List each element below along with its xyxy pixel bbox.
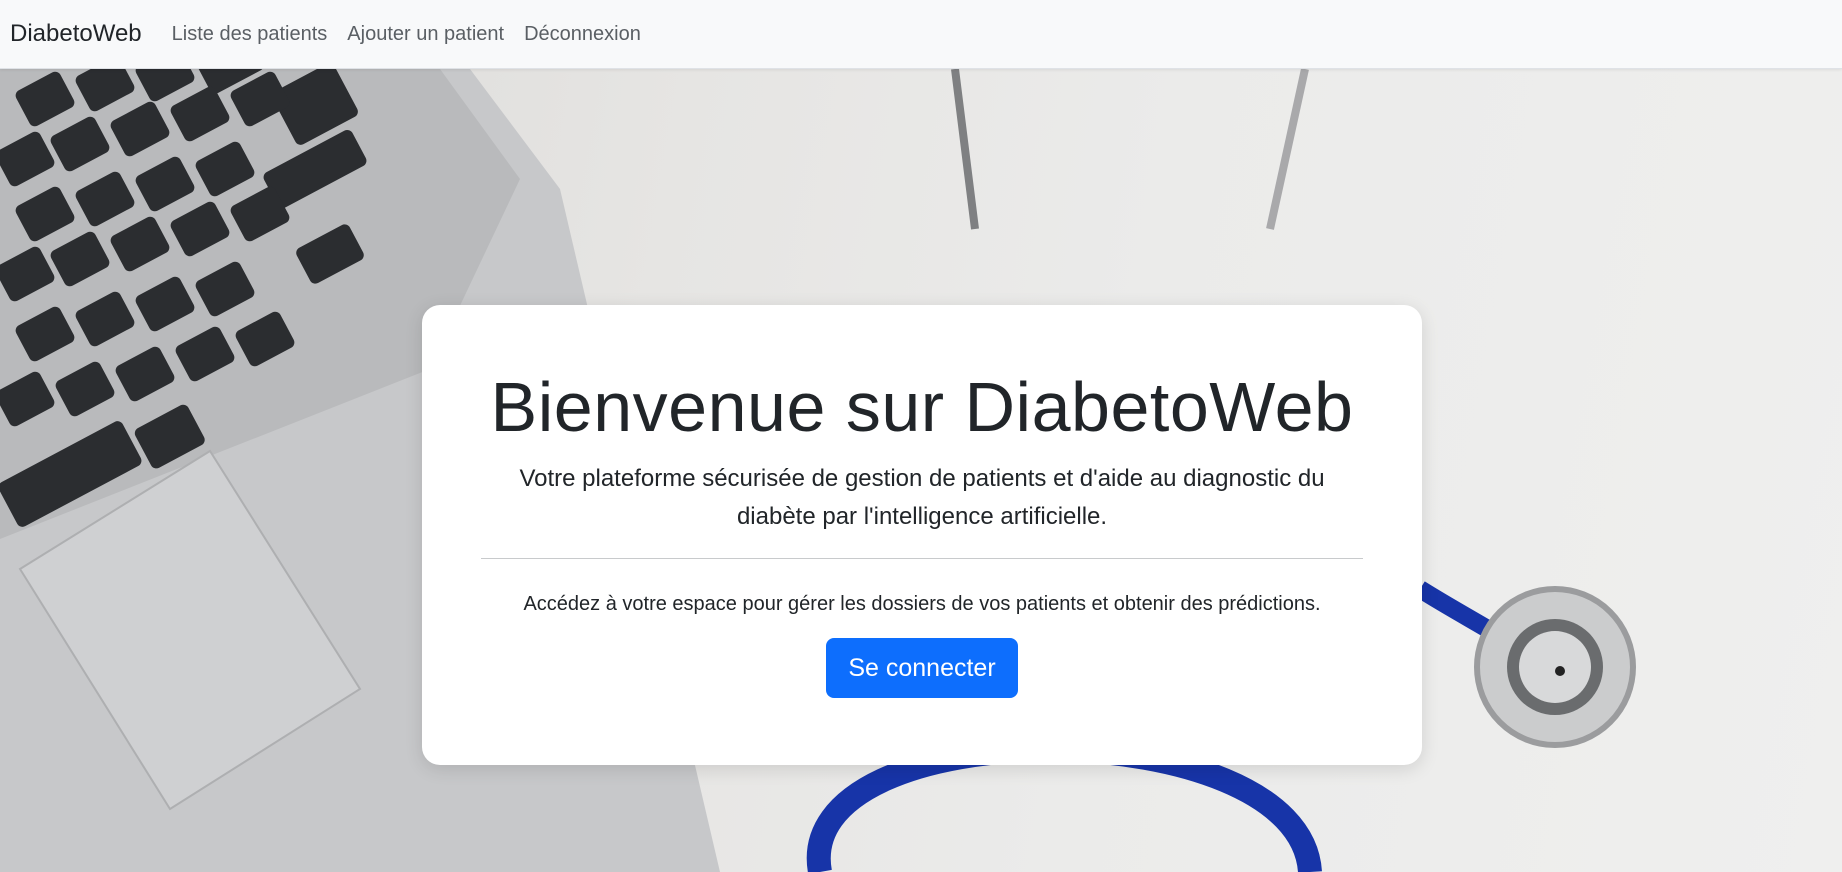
divider — [481, 558, 1363, 559]
hero-section: Bienvenue sur DiabetoWeb Votre plateform… — [0, 69, 1842, 872]
welcome-subtitle: Votre plateforme sécurisée de gestion de… — [519, 465, 1325, 530]
nav-link-patient-list[interactable]: Liste des patients — [172, 23, 328, 46]
welcome-card: Bienvenue sur DiabetoWeb Votre plateform… — [422, 305, 1422, 765]
welcome-title: Bienvenue sur DiabetoWeb — [490, 368, 1354, 446]
login-button[interactable]: Se connecter — [826, 638, 1018, 698]
nav-link-add-patient[interactable]: Ajouter un patient — [347, 23, 504, 46]
brand-link[interactable]: DiabetoWeb — [10, 20, 142, 48]
nav-link-logout[interactable]: Déconnexion — [524, 23, 641, 46]
welcome-lead-text: Accédez à votre espace pour gérer les do… — [523, 593, 1321, 615]
top-navbar: DiabetoWeb Liste des patients Ajouter un… — [0, 0, 1842, 69]
